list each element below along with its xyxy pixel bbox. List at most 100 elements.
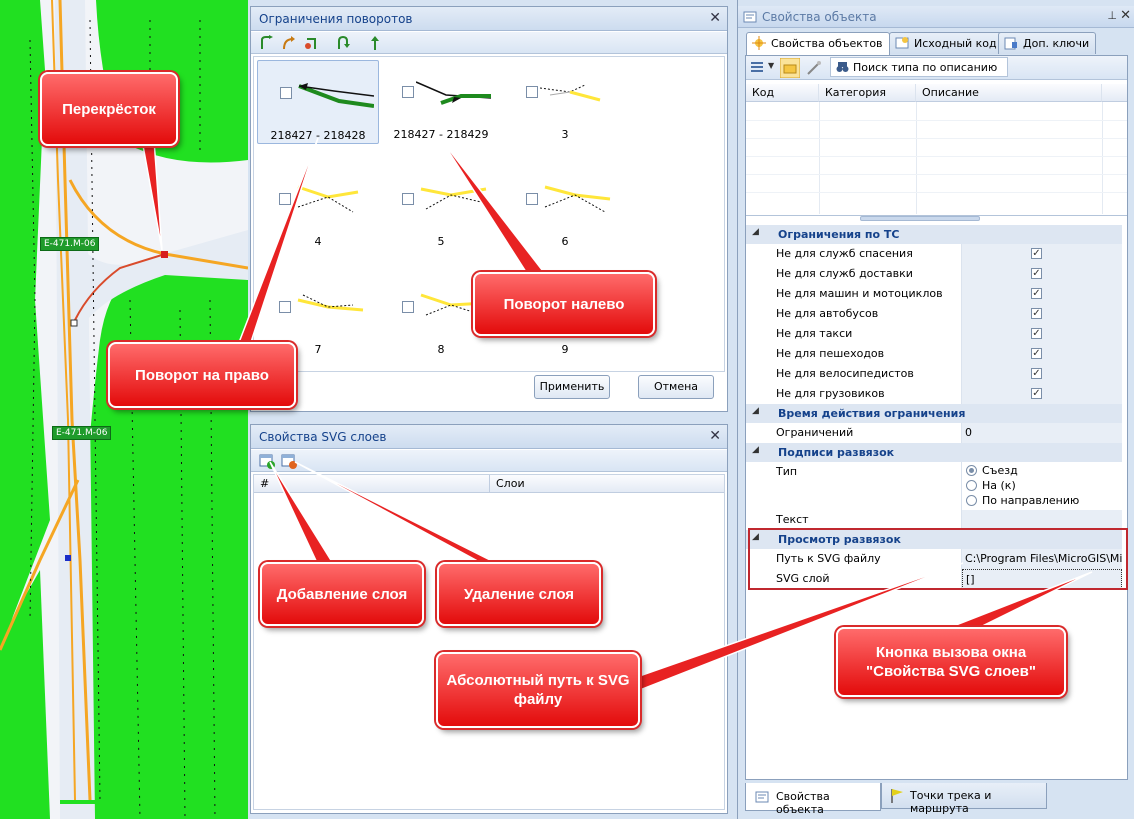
grid-header-code[interactable]: Код [746,84,819,102]
radio-exit[interactable] [966,465,977,476]
turn-item[interactable]: 218427 - 218429 [380,60,502,144]
turn-restrictions-panel: Ограничения поворотов ✕ 218427 - 218428 … [250,6,728,412]
type-grid[interactable]: Код Категория Описание [746,80,1127,216]
grid-header-category[interactable]: Категория [819,84,916,102]
turn-item[interactable]: 4 [257,167,379,251]
property-value[interactable]: ✓ [962,324,1122,344]
category-vehicle[interactable]: ◢ Ограничения по ТС [746,225,1122,244]
turn-checkbox[interactable] [402,193,414,205]
property-value[interactable]: ✓ [962,304,1122,324]
property-value[interactable]: ✓ [962,244,1122,264]
property-value[interactable]: ✓ [962,344,1122,364]
grid-header-description[interactable]: Описание [916,84,1102,102]
radio-to[interactable] [966,480,977,491]
collapse-icon[interactable]: ◢ [752,406,759,416]
u-turn-icon[interactable] [335,35,351,51]
tab-source-code[interactable]: Исходный код [889,32,1004,54]
property-value[interactable]: ✓ [962,384,1122,404]
property-row[interactable]: Ограничений 0 [766,423,1122,443]
checkbox[interactable]: ✓ [1031,308,1042,319]
turn-checkbox[interactable] [526,193,538,205]
collapse-icon[interactable]: ◢ [752,227,759,237]
property-row[interactable]: Не для пешеходов ✓ [766,344,1122,364]
turn-item[interactable]: 5 [380,167,502,251]
turn-item[interactable]: 6 [504,167,626,251]
property-value[interactable]: ✓ [962,284,1122,304]
turn-checkbox[interactable] [279,301,291,313]
property-row[interactable]: Не для велосипедистов ✓ [766,364,1122,384]
pin-icon[interactable]: ⊥ [1107,9,1117,22]
splitter-handle[interactable] [860,216,980,221]
dropdown-arrow-icon[interactable]: ▼ [768,61,774,70]
property-row[interactable]: Путь к SVG файлу C:\Program Files\MicroGI… [766,549,1122,569]
category-view[interactable]: ◢ Просмотр развязок [746,530,1122,549]
property-name: Не для автобусов [766,304,962,324]
radio-direction[interactable] [966,495,977,506]
checkbox[interactable]: ✓ [1031,288,1042,299]
turn-left-icon[interactable] [303,35,319,51]
property-row[interactable]: Тип Съезд На (к) По направлению [766,462,1122,510]
property-row[interactable]: Не для машин и мотоциклов ✓ [766,284,1122,304]
tab-track-points[interactable]: Точки трека и маршрута [881,783,1047,815]
close-icon[interactable]: ✕ [1120,8,1131,23]
tab-extra-keys[interactable]: Доп. ключи [998,32,1097,54]
tab-label: Исходный код [914,37,997,50]
property-name: Не для служб доставки [766,264,962,284]
turn-checkbox[interactable] [526,86,538,98]
wand-icon[interactable] [806,60,822,76]
turn-item[interactable]: 3 [504,60,626,144]
checkbox[interactable]: ✓ [1031,388,1042,399]
property-value[interactable]: 0 [962,423,1122,443]
checkbox[interactable]: ✓ [1031,248,1042,259]
property-row[interactable]: Текст [766,510,1122,530]
cancel-button[interactable]: Отмена [638,375,714,399]
checkbox[interactable]: ✓ [1031,368,1042,379]
turn-icon[interactable] [259,35,275,51]
binoculars-icon [836,62,849,72]
close-icon[interactable]: ✕ [709,428,721,444]
property-row[interactable]: SVG слой[] [766,569,1122,589]
straight-icon[interactable] [367,35,383,51]
search-type-button[interactable]: Поиск типа по описанию [830,57,1008,77]
tab-object-properties[interactable]: Свойства объектов [746,32,890,55]
property-value[interactable] [962,510,1122,530]
road-label: E-471.M-06 [52,426,112,440]
list-icon[interactable] [749,60,765,76]
turn-item-label: 5 [437,235,445,248]
svg-layer-button[interactable]: [] [962,569,1122,589]
checkbox[interactable]: ✓ [1031,348,1042,359]
close-icon[interactable]: ✕ [709,10,721,26]
collapse-icon[interactable]: ◢ [752,532,759,542]
turn-checkbox[interactable] [280,87,292,99]
property-row[interactable]: Не для грузовиков ✓ [766,384,1122,404]
grid-header-number[interactable]: # [254,475,490,493]
tab-object-properties-bottom[interactable]: Свойства объекта [745,783,881,816]
property-value[interactable]: ✓ [962,264,1122,284]
type-radio-group[interactable]: Съезд На (к) По направлению [962,462,1122,510]
apply-button[interactable]: Применить [534,375,610,399]
add-layer-icon[interactable] [259,453,275,469]
checkbox[interactable]: ✓ [1031,268,1042,279]
property-value[interactable]: ✓ [962,364,1122,384]
panel-title: Свойства SVG слоев [251,425,727,449]
property-row[interactable]: Не для автобусов ✓ [766,304,1122,324]
turn-item[interactable]: 218427 - 218428 [257,60,379,144]
category-captions[interactable]: ◢ Подписи развязок [746,443,1122,462]
turn-checkbox[interactable] [279,193,291,205]
property-row[interactable]: Не для служб доставки ✓ [766,264,1122,284]
collapse-icon[interactable]: ◢ [752,445,759,455]
callout-add-layer: Добавление слоя [260,562,424,626]
turn-right-icon[interactable] [281,35,297,51]
layers-grid[interactable]: # Слои [253,474,725,810]
turn-checkbox[interactable] [402,86,414,98]
category-time[interactable]: ◢ Время действия ограничения [746,404,1122,423]
svg-path-value[interactable]: C:\Program Files\MicroGIS\MicroG [962,549,1122,569]
folder-icon[interactable] [780,58,800,78]
remove-layer-icon[interactable] [281,453,297,469]
checkbox[interactable]: ✓ [1031,328,1042,339]
grid-header-layers[interactable]: Слои [490,475,724,493]
panel-title: Ограничения поворотов [251,7,727,31]
property-row[interactable]: Не для служб спасения ✓ [766,244,1122,264]
turn-checkbox[interactable] [402,301,414,313]
property-row[interactable]: Не для такси ✓ [766,324,1122,344]
